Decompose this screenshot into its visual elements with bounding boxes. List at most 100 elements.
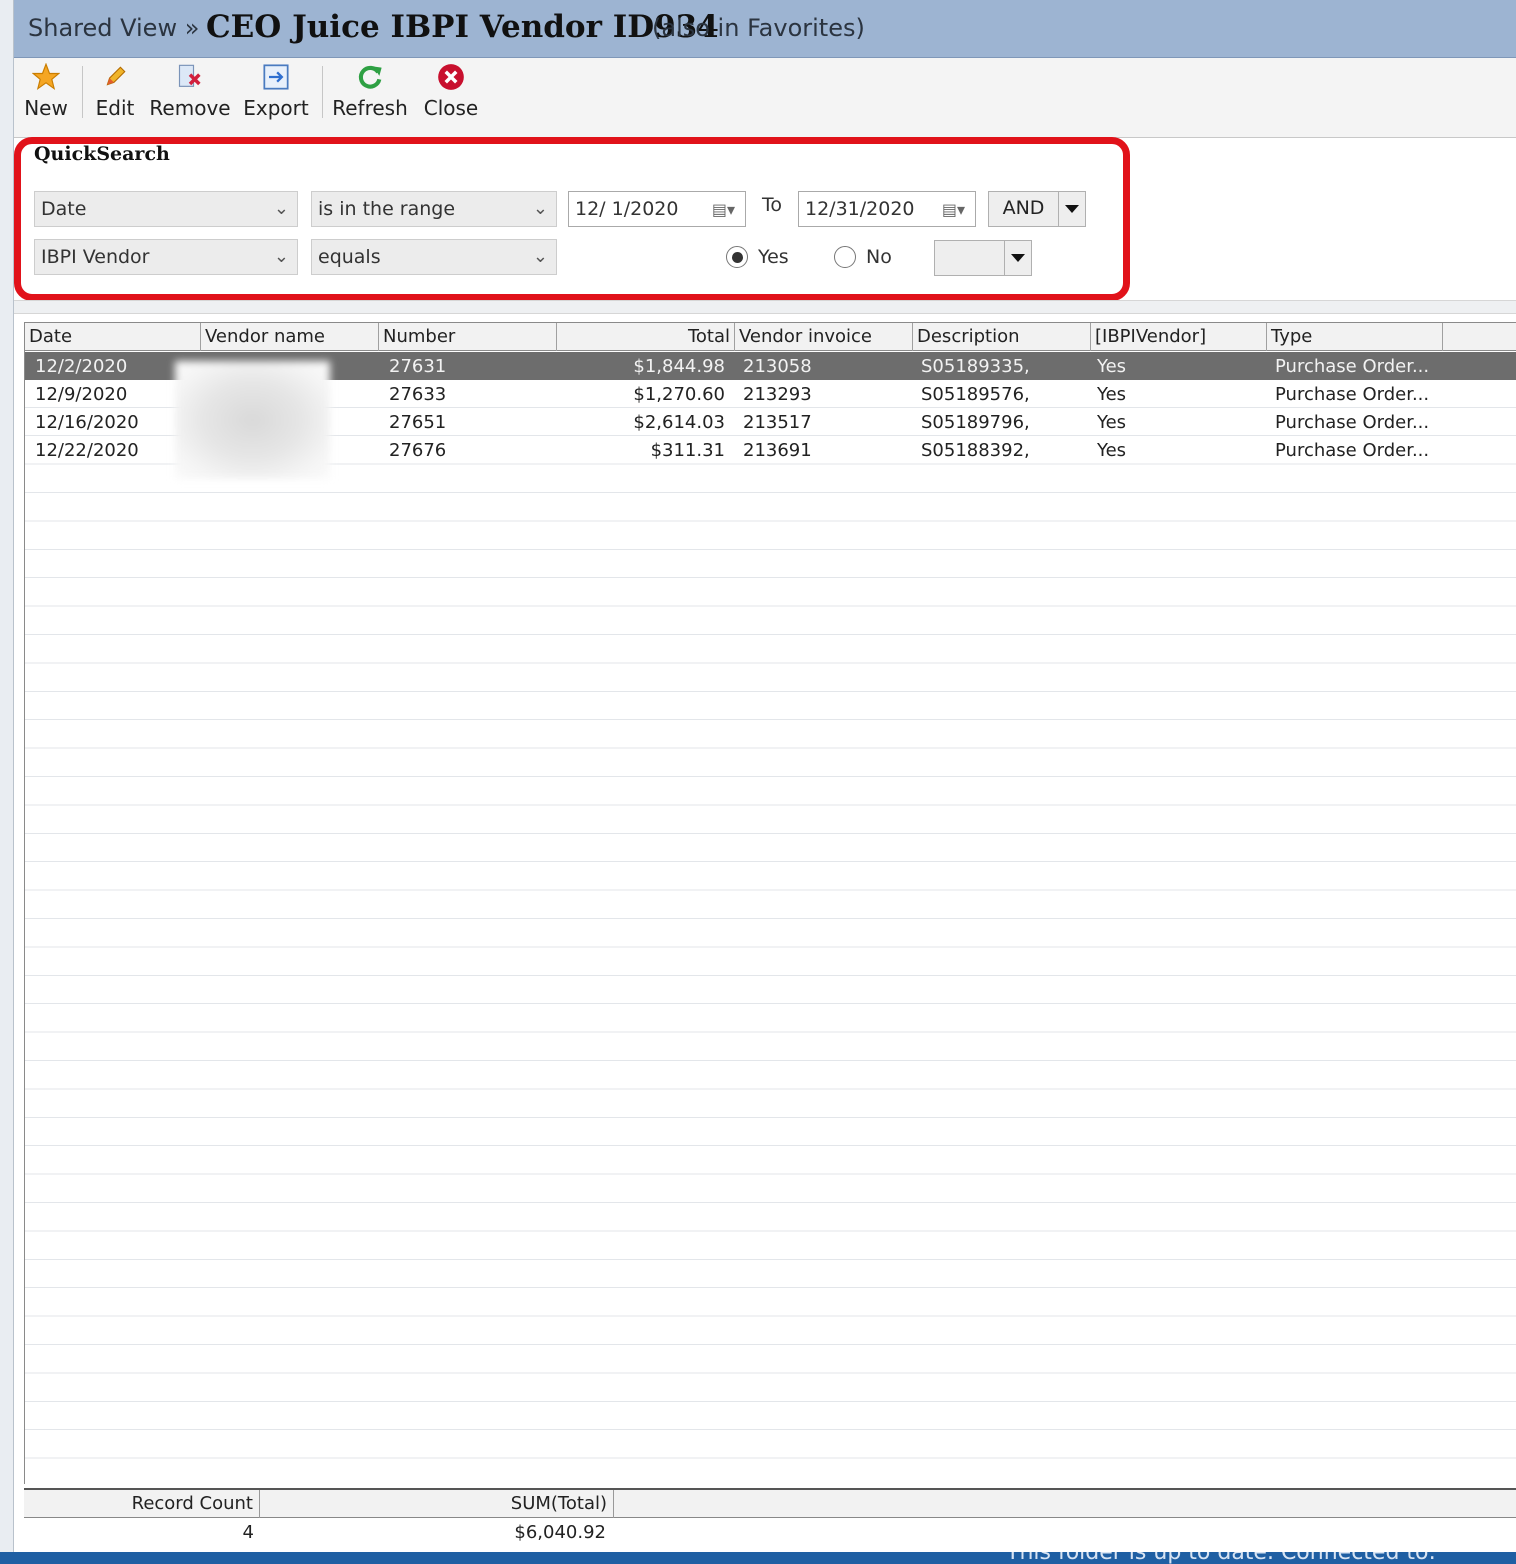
qs-date-from-value: 12/ 1/2020 — [575, 198, 679, 220]
qs-no-radio[interactable]: No — [834, 246, 892, 268]
qs-yes-label: Yes — [758, 246, 789, 268]
remove-icon — [175, 62, 205, 92]
column-header-vendor-invoice[interactable]: Vendor invoice — [735, 323, 913, 351]
summary-footer: Record Count SUM(Total) 4 $6,040.92 — [24, 1488, 1516, 1552]
qs-to-label: To — [762, 194, 783, 216]
qs-operator-value-2: equals — [318, 246, 381, 268]
chevron-down-icon: ⌄ — [532, 198, 548, 219]
cell-total: $1,270.60 — [633, 384, 725, 405]
cell-number: 27631 — [389, 356, 447, 377]
summary-header: Record Count SUM(Total) — [24, 1490, 1516, 1518]
export-icon — [261, 62, 291, 92]
close-button[interactable]: Close — [422, 62, 480, 122]
edit-button-label: Edit — [95, 96, 135, 120]
refresh-icon — [355, 62, 385, 92]
pencil-icon — [100, 62, 130, 92]
grid-header: Date Vendor name Number Total Vendor inv… — [25, 323, 1516, 351]
grid-row-lines — [25, 351, 1516, 1484]
cell-total: $2,614.03 — [633, 412, 725, 433]
qs-empty-select[interactable] — [934, 240, 1032, 276]
chevron-down-icon: ⌄ — [273, 198, 289, 219]
export-button[interactable]: Export — [243, 62, 309, 122]
cell-date: 12/2/2020 — [35, 356, 128, 377]
cell-vendor-invoice: 213691 — [743, 440, 812, 461]
qs-field-value-2: IBPI Vendor — [41, 246, 150, 268]
qs-operator-select-2[interactable]: equals ⌄ — [311, 239, 557, 275]
qs-field-select-1[interactable]: Date ⌄ — [34, 191, 298, 227]
qs-date-from-input[interactable]: 12/ 1/2020 ▤▾ — [568, 191, 746, 227]
calendar-dropdown-icon[interactable]: ▤▾ — [942, 200, 965, 219]
cell-type: Purchase Order... — [1275, 356, 1430, 377]
star-icon — [31, 62, 61, 92]
cell-date: 12/9/2020 — [35, 384, 128, 405]
dropdown-arrow-icon[interactable] — [1058, 192, 1085, 226]
remove-button-label: Remove — [149, 96, 231, 120]
cell-date: 12/22/2020 — [35, 440, 139, 461]
chevron-down-icon: ⌄ — [532, 246, 548, 267]
qs-yes-radio[interactable]: Yes — [726, 246, 789, 268]
column-header-vendor-name[interactable]: Vendor name — [201, 323, 379, 351]
cell-vendor-invoice: 213517 — [743, 412, 812, 433]
dropdown-arrow-icon[interactable] — [1004, 241, 1031, 275]
cell-date: 12/16/2020 — [35, 412, 139, 433]
qs-field-select-2[interactable]: IBPI Vendor ⌄ — [34, 239, 298, 275]
summary-record-count-value: 4 — [242, 1522, 254, 1543]
column-header-total[interactable]: Total — [557, 323, 735, 351]
view-title-bar: Shared View » CEO Juice IBPI Vendor ID93… — [14, 0, 1516, 58]
cell-ibpivendor: Yes — [1097, 356, 1127, 377]
toolbar: New Edit Remove Export Refresh Close — [14, 58, 1516, 138]
cell-number: 27633 — [389, 384, 447, 405]
favorites-note: (also in Favorites) — [652, 14, 865, 42]
cell-type: Purchase Order... — [1275, 412, 1430, 433]
column-header-type[interactable]: Type — [1267, 323, 1443, 351]
cell-description: S05189576, — [921, 384, 1030, 405]
cell-ibpivendor: Yes — [1097, 384, 1127, 405]
chevron-down-icon: ⌄ — [273, 246, 289, 267]
column-header-number[interactable]: Number — [379, 323, 557, 351]
cell-description: S05189335, — [921, 356, 1030, 377]
qs-date-to-value: 12/31/2020 — [805, 198, 915, 220]
column-header-date[interactable]: Date — [25, 323, 201, 351]
qs-date-to-input[interactable]: 12/31/2020 ▤▾ — [798, 191, 976, 227]
view-title: CEO Juice IBPI Vendor ID934 — [206, 9, 719, 45]
qs-conjunction-value: AND — [989, 192, 1059, 226]
breadcrumb-shared-view[interactable]: Shared View » — [28, 14, 199, 42]
window-left-edge — [0, 0, 14, 1552]
cell-description: S05188392, — [921, 440, 1030, 461]
qs-operator-select-1[interactable]: is in the range ⌄ — [311, 191, 557, 227]
cell-ibpivendor: Yes — [1097, 440, 1127, 461]
summary-sum-total-header: SUM(Total) — [260, 1490, 614, 1518]
toolbar-separator — [322, 66, 323, 118]
status-text: This folder is up to date. Connected to: — [1006, 1552, 1436, 1564]
redacted-vendor-names — [175, 361, 330, 479]
export-button-label: Export — [243, 96, 309, 120]
quicksearch-title: QuickSearch — [34, 143, 170, 165]
close-icon — [436, 62, 466, 92]
cell-number: 27651 — [389, 412, 447, 433]
summary-record-count-header: Record Count — [24, 1490, 260, 1518]
close-button-label: Close — [423, 96, 479, 120]
cell-vendor-invoice: 213058 — [743, 356, 812, 377]
new-button-label: New — [24, 96, 68, 120]
cell-vendor-invoice: 213293 — [743, 384, 812, 405]
cell-total: $311.31 — [650, 440, 725, 461]
panel-splitter[interactable] — [14, 300, 1516, 314]
summary-sum-total-value: $6,040.92 — [514, 1522, 606, 1543]
qs-operator-value-1: is in the range — [318, 198, 456, 220]
cell-type: Purchase Order... — [1275, 384, 1430, 405]
calendar-dropdown-icon[interactable]: ▤▾ — [712, 200, 735, 219]
cell-number: 27676 — [389, 440, 447, 461]
refresh-button[interactable]: Refresh — [332, 62, 408, 122]
cell-description: S05189796, — [921, 412, 1030, 433]
cell-type: Purchase Order... — [1275, 440, 1430, 461]
cell-total: $1,844.98 — [633, 356, 725, 377]
new-button[interactable]: New — [20, 62, 72, 122]
column-header-ibpivendor[interactable]: [IBPIVendor] — [1091, 323, 1267, 351]
edit-button[interactable]: Edit — [92, 62, 138, 122]
cell-ibpivendor: Yes — [1097, 412, 1127, 433]
qs-conjunction-select[interactable]: AND — [988, 191, 1086, 227]
column-header-description[interactable]: Description — [913, 323, 1091, 351]
qs-no-label: No — [866, 246, 892, 268]
results-grid: Date Vendor name Number Total Vendor inv… — [24, 322, 1516, 1484]
remove-button[interactable]: Remove — [149, 62, 231, 122]
